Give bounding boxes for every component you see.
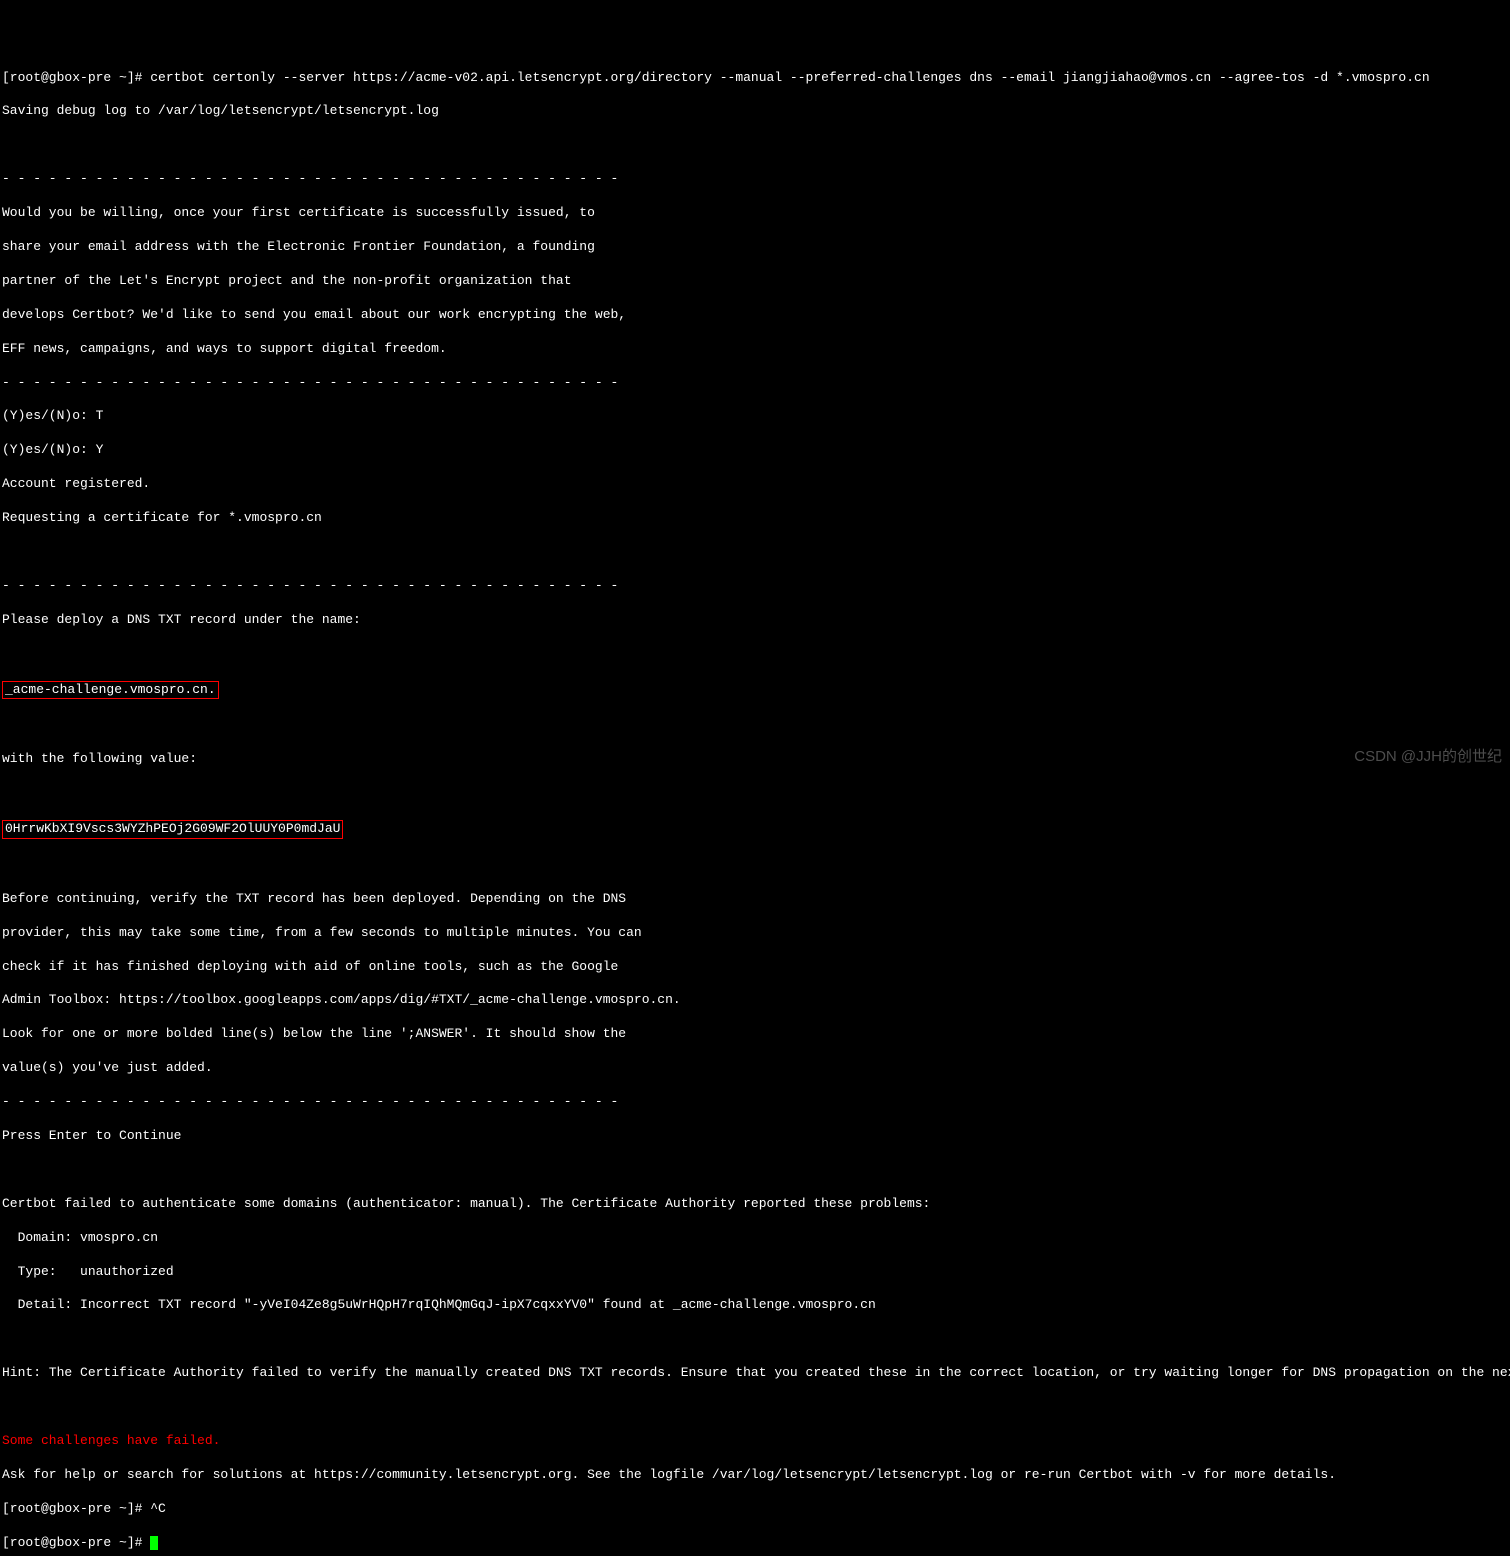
yesno-prompt[interactable]: (Y)es/(N)o: Y — [2, 442, 1508, 459]
verify-instruction: Admin Toolbox: https://toolbox.googleapp… — [2, 992, 1508, 1009]
dns-instruction: Please deploy a DNS TXT record under the… — [2, 612, 1508, 629]
verify-instruction: Before continuing, verify the TXT record… — [2, 891, 1508, 908]
verify-instruction: check if it has finished deploying with … — [2, 959, 1508, 976]
challenges-failed: Some challenges have failed. — [2, 1433, 1508, 1450]
eff-prompt-line: partner of the Let's Encrypt project and… — [2, 273, 1508, 290]
prompt-text: [root@gbox-pre ~]# — [2, 1535, 150, 1550]
fail-type: Type: unauthorized — [2, 1264, 1508, 1281]
watermark: CSDN @JJH的创世纪 — [1354, 747, 1502, 767]
separator: - - - - - - - - - - - - - - - - - - - - … — [2, 578, 1508, 595]
blank-line — [2, 785, 1508, 802]
account-registered: Account registered. — [2, 476, 1508, 493]
blank-line — [2, 1399, 1508, 1416]
eff-prompt-line: EFF news, campaigns, and ways to support… — [2, 341, 1508, 358]
blank-line — [2, 646, 1508, 663]
fail-domain: Domain: vmospro.cn — [2, 1230, 1508, 1247]
separator: - - - - - - - - - - - - - - - - - - - - … — [2, 171, 1508, 188]
hint-line: Hint: The Certificate Authority failed t… — [2, 1365, 1508, 1382]
cursor-icon — [150, 1536, 158, 1550]
blank-line — [2, 1331, 1508, 1348]
blank-line — [2, 1162, 1508, 1179]
eff-prompt-line: share your email address with the Electr… — [2, 239, 1508, 256]
verify-instruction: Look for one or more bolded line(s) belo… — [2, 1026, 1508, 1043]
press-enter-prompt[interactable]: Press Enter to Continue — [2, 1128, 1508, 1145]
eff-prompt-line: develops Certbot? We'd like to send you … — [2, 307, 1508, 324]
following-value-label: with the following value: — [2, 751, 1508, 768]
eff-prompt-line: Would you be willing, once your first ce… — [2, 205, 1508, 222]
acme-challenge-name: _acme-challenge.vmospro.cn. — [2, 681, 219, 700]
blank-line — [2, 857, 1508, 874]
prompt-command-line: [root@gbox-pre ~]# certbot certonly --se… — [2, 70, 1508, 87]
help-line: Ask for help or search for solutions at … — [2, 1467, 1508, 1484]
verify-instruction: value(s) you've just added. — [2, 1060, 1508, 1077]
yesno-prompt[interactable]: (Y)es/(N)o: T — [2, 408, 1508, 425]
verify-instruction: provider, this may take some time, from … — [2, 925, 1508, 942]
acme-challenge-value: 0HrrwKbXI9Vscs3WYZhPEOj2G09WF2OlUUY0P0md… — [2, 820, 343, 839]
separator: - - - - - - - - - - - - - - - - - - - - … — [2, 375, 1508, 392]
log-line: Saving debug log to /var/log/letsencrypt… — [2, 103, 1508, 120]
separator: - - - - - - - - - - - - - - - - - - - - … — [2, 1094, 1508, 1111]
terminal-prompt[interactable]: [root@gbox-pre ~]# — [2, 1535, 1508, 1552]
requesting-cert: Requesting a certificate for *.vmospro.c… — [2, 510, 1508, 527]
auth-failed: Certbot failed to authenticate some doma… — [2, 1196, 1508, 1213]
blank-line — [2, 717, 1508, 734]
blank-line — [2, 544, 1508, 561]
fail-detail: Detail: Incorrect TXT record "-yVeI04Ze8… — [2, 1297, 1508, 1314]
blank-line — [2, 137, 1508, 154]
prompt-ctrl-c: [root@gbox-pre ~]# ^C — [2, 1501, 1508, 1518]
